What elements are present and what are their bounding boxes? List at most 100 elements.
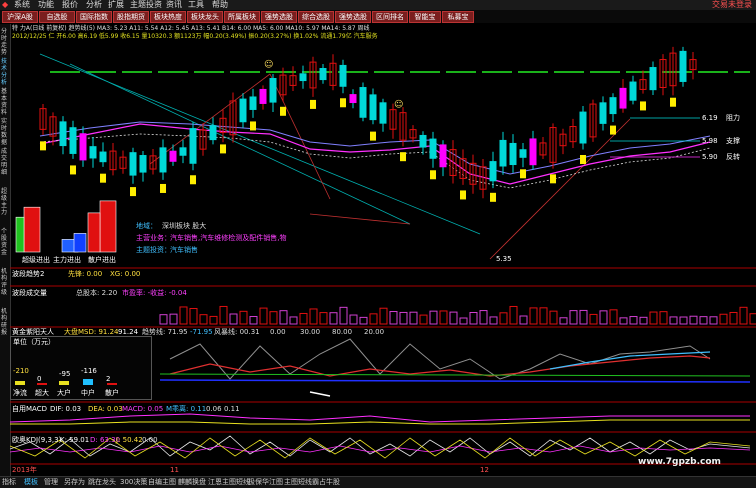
menu-item-system[interactable]: 系统 (14, 0, 30, 10)
menu-item-quote[interactable]: 报价 (62, 0, 78, 10)
signal-marker (640, 101, 646, 111)
menu-item-analysis[interactable]: 分析 (86, 0, 102, 10)
volume-bar (709, 316, 718, 325)
toolbar-button-futures[interactable]: 股指期货 (113, 11, 149, 23)
info-business-value: 汽车销售,汽车维修检测及配件销售,物 (170, 234, 287, 242)
status-tab[interactable]: 极保华江图 (248, 477, 283, 488)
candle-body (139, 155, 147, 173)
panel4-item: 0.06 (206, 405, 222, 413)
signal-marker (40, 141, 46, 151)
panel4-item: M乖离: 0.11 (166, 405, 207, 413)
tab-super-main[interactable]: 超级主力 (1, 188, 9, 216)
volume-bar (219, 305, 228, 325)
panel3-item: 大盘MSD: 91.24 (64, 328, 119, 336)
info-business-label: 主营业务： (136, 234, 171, 242)
tab-stock-funds[interactable]: 个股资金 (1, 228, 9, 256)
login-status[interactable]: 交易未登录 (712, 0, 752, 10)
tab-realtime[interactable]: 实时数据 (1, 118, 9, 146)
tab-rating[interactable]: 机构评级 (1, 268, 9, 296)
signal-marker (280, 106, 286, 116)
status-tab[interactable]: 江恩主图短线 (208, 477, 250, 488)
toolbar-button-sector-leader[interactable]: 板块龙头 (187, 11, 223, 23)
chart-area[interactable]: 特 力A(日线 前复权) 趋势线(5) MA3: 5.23 A11: 5.54 … (10, 24, 756, 476)
volume-bar (319, 312, 328, 325)
volume-bar (329, 312, 338, 325)
status-tab[interactable]: 管理 (44, 477, 58, 488)
volume-bar (649, 311, 658, 325)
menu-item-tools[interactable]: 工具 (188, 0, 204, 10)
unit-label-net: 净流 (13, 389, 27, 397)
toolbar-button-strong-pick[interactable]: 强势选股 (261, 11, 297, 23)
toolbar-button-sector-heat[interactable]: 板块热度 (150, 11, 186, 23)
toolbar-button-range-rank[interactable]: 区间排名 (372, 11, 408, 23)
menu-item-help[interactable]: 帮助 (212, 0, 228, 10)
signal-marker (610, 125, 616, 135)
volume-bar (349, 314, 358, 325)
macd-line-yellow (10, 419, 750, 425)
volume-bar (519, 315, 528, 325)
candle-body (489, 161, 497, 182)
signal-marker (310, 99, 316, 109)
status-tab[interactable]: 麒麟换盘 (178, 477, 206, 488)
status-tab[interactable]: 跳在龙头 (88, 477, 116, 488)
info-region-label: 地域： (136, 222, 157, 230)
panel2-item: 总股本: 2.20 (76, 289, 118, 297)
toolbar-button-smart[interactable]: 智能宝 (409, 11, 441, 23)
tab-fundamentals[interactable]: 基本资料 (1, 88, 9, 116)
volume-bar (529, 307, 538, 325)
volume-bar (179, 306, 188, 325)
unit-label-large: 大户 (57, 389, 71, 397)
panel1-title[interactable]: 波段趋势2 (12, 270, 44, 278)
status-tab[interactable]: 另存为 (64, 477, 85, 488)
status-tab[interactable]: 自编主图 (148, 477, 176, 488)
x-axis-year: 2013年 (12, 466, 37, 474)
panel4-title[interactable]: 自用MACD (12, 405, 47, 413)
status-tab[interactable]: 主图短线 (284, 477, 312, 488)
reverse-value: 5.90 (702, 153, 718, 161)
panel4-item: 0.11 (224, 405, 240, 413)
panel5-title[interactable]: 欧奥KDJ(9,3,3) (12, 436, 61, 444)
panel3-title[interactable]: 黄金紫阳天人 (12, 328, 54, 336)
volume-bar (629, 316, 638, 325)
candle-body (529, 138, 537, 166)
stock-header-line1: 特 力A(日线 前复权) 趋势线(5) MA3: 5.23 A11: 5.54 … (12, 25, 370, 32)
candle-body (159, 147, 167, 173)
volume-bar (289, 316, 298, 325)
toolbar-button-related-sector[interactable]: 所属板块 (224, 11, 260, 23)
panel5-item: J: 50.42 (116, 436, 143, 444)
menu-item-theme[interactable]: 主题投资 (130, 0, 162, 10)
menu-item-function[interactable]: 功能 (38, 0, 54, 10)
candle-body (319, 68, 327, 81)
status-tab[interactable]: 霸占牛股 (312, 477, 340, 488)
menu-logo-icon: ◆ (2, 0, 9, 9)
tab-research[interactable]: 机构研报 (1, 308, 9, 336)
toolbar-button-watchlist[interactable]: 自选股 (39, 11, 75, 23)
status-tab[interactable]: 模板 (24, 477, 38, 488)
panel3-item: 趋势线: 71.95 (142, 328, 188, 336)
tab-intraday[interactable]: 分时走势 (1, 28, 9, 56)
toolbar-button-a-shares[interactable]: 沪深A股 (2, 11, 38, 23)
menu-item-news[interactable]: 资讯 (166, 0, 182, 10)
volume-bar (239, 310, 248, 325)
panel3-item: 风暴线: 00.31 (214, 328, 260, 336)
support-label: 支撑 (726, 137, 740, 145)
signal-marker (160, 183, 166, 193)
candle-body (239, 98, 247, 123)
menu-item-extend[interactable]: 扩展 (108, 0, 124, 10)
volume-bar (429, 310, 438, 325)
tab-deals[interactable]: 成交明细 (1, 148, 9, 176)
status-tab[interactable]: 300决策 (120, 477, 147, 488)
tab-technical[interactable]: 技术分析 (1, 58, 9, 86)
toolbar-button-intl-index[interactable]: 国际指数 (76, 11, 112, 23)
toolbar-button-strong-pick-2[interactable]: 强势选股 (335, 11, 371, 23)
toolbar-button-private-fund[interactable]: 私募宝 (442, 11, 474, 23)
signal-marker (190, 175, 196, 185)
signal-marker (670, 97, 676, 107)
status-tab[interactable]: 指标 (2, 477, 16, 488)
fund-unit-box: 单位（万元） -210 0 -95 -116 2 净流 超大 大户 中户 散户 (10, 336, 152, 400)
msd-line-blue (159, 379, 751, 383)
unit-value-mid: -116 (81, 367, 97, 375)
panel2-title[interactable]: 波段成交量 (12, 289, 47, 297)
panel1-item: 先锋: 0.00 (68, 270, 103, 278)
toolbar-button-combined-pick[interactable]: 综合选股 (298, 11, 334, 23)
